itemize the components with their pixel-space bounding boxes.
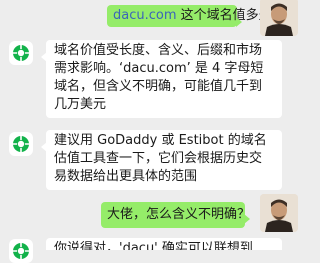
- assistant-message-bubble[interactable]: 你说得对，'dacu' 确实可以联想到: [46, 238, 282, 250]
- bot-avatar[interactable]: [9, 41, 33, 65]
- user-avatar[interactable]: [260, 194, 298, 232]
- chat-window: dacu.com 这个域名值多少钱 域名价值受长度、含义、后缀和市场需求影响。‘…: [0, 0, 300, 263]
- bot-avatar[interactable]: [9, 132, 33, 156]
- assistant-message-bubble[interactable]: 域名价值受长度、含义、后缀和市场需求影响。‘dacu.com’ 是 4 字母短域…: [41, 40, 282, 118]
- assistant-message-text: 建议用 GoDaddy 或 Estibot 的域名估值工具查一下，它们会根据历史…: [54, 133, 267, 184]
- user-portrait-icon: [260, 194, 298, 232]
- bot-avatar[interactable]: [9, 239, 33, 263]
- assistant-message-bubble[interactable]: 建议用 GoDaddy 或 Estibot 的域名估值工具查一下，它们会根据历史…: [41, 130, 282, 190]
- user-message-bubble[interactable]: dacu.com 这个域名值多少钱: [107, 5, 285, 27]
- chatgpt-bot-icon: [13, 136, 29, 152]
- assistant-message-text: 你说得对，'dacu' 确实可以联想到: [54, 241, 253, 250]
- assistant-message-text: 域名价值受长度、含义、后缀和市场需求影响。‘dacu.com’ 是 4 字母短域…: [54, 43, 264, 112]
- user-message-bubble[interactable]: 大佬，怎么含义不明确？: [101, 202, 251, 228]
- domain-link[interactable]: dacu.com: [113, 8, 177, 23]
- user-avatar[interactable]: [260, 0, 298, 36]
- chatgpt-bot-icon: [13, 45, 29, 61]
- user-message-text: 大佬，怎么含义不明确？: [107, 207, 251, 222]
- chatgpt-bot-icon: [13, 243, 29, 259]
- user-portrait-icon: [260, 0, 298, 36]
